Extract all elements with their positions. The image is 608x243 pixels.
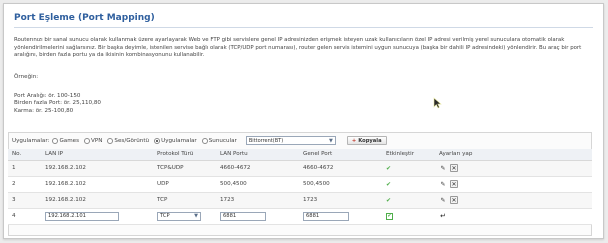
cell-actions: ✎ ✕: [435, 176, 592, 192]
radio-label: VPN: [91, 137, 103, 144]
col-header-public-port: Genel Port: [299, 149, 382, 161]
cell-protocol: TCP: [157, 197, 168, 203]
enable-checkbox[interactable]: ✔: [386, 212, 393, 220]
cell-lan-port: 4660-4672: [220, 165, 251, 171]
table-row: 1 192.168.2.102 TCP&UDP 4660-4672 4660-4…: [8, 160, 592, 176]
cell-enable: ✔: [382, 176, 435, 192]
cell-public-port: 6881: [299, 208, 382, 224]
cell-public-port: 4660-4672: [303, 165, 334, 171]
cell-no: 2: [12, 181, 16, 187]
cell-no: 4: [12, 213, 16, 219]
radio-icon: [107, 137, 114, 144]
radio-label: Uygulamalar: [161, 137, 197, 144]
cell-lan-port: 500,4500: [220, 181, 247, 187]
cell-actions: ↵: [435, 208, 592, 224]
new-entry-row: 4 192.168.2.101 TCP ▼ 6881 6881 ✔ ↵: [8, 208, 592, 224]
chevron-down-icon: ▼: [194, 213, 198, 219]
check-icon: ✔: [386, 164, 392, 172]
col-header-lan-ip: LAN IP: [41, 149, 153, 161]
pencil-icon[interactable]: ✎: [439, 180, 447, 188]
cell-no: 3: [12, 197, 16, 203]
page-description: Routerınızı bir sanal sunucu olarak kull…: [14, 37, 582, 59]
cell-enable: ✔: [382, 192, 435, 208]
cell-lan-ip: 192.168.2.102: [45, 165, 86, 171]
pencil-icon[interactable]: ✎: [439, 196, 447, 204]
cell-protocol: TCP ▼: [153, 208, 216, 224]
col-header-enable: Etkinleştir: [382, 149, 435, 161]
cell-protocol: UDP: [157, 181, 169, 187]
col-header-lan-port: LAN Portu: [216, 149, 299, 161]
radio-label: Sunucular: [208, 137, 237, 144]
copy-button[interactable]: + Kopyala: [346, 136, 387, 145]
cell-lan-ip: 192.168.2.102: [45, 181, 86, 187]
chevron-down-icon: ▼: [328, 137, 333, 144]
check-icon: ✔: [386, 196, 392, 204]
application-filter: Uygulamalar: Games VPN Ses/Görüntü Uygul…: [8, 133, 592, 148]
lan-ip-input[interactable]: 192.168.2.101: [45, 211, 119, 221]
cell-no: 1: [12, 165, 16, 171]
cell-public-port: 500,4500: [303, 181, 330, 187]
pencil-icon[interactable]: ✎: [439, 164, 447, 172]
plus-icon: +: [351, 137, 357, 144]
title-divider: [14, 27, 593, 28]
radio-icon: [84, 137, 91, 144]
cell-public-port: 1723: [303, 197, 318, 203]
col-header-no: No.: [8, 149, 41, 161]
table-header-row: No. LAN IP Protokol Türü LAN Portu Genel…: [8, 149, 592, 161]
filter-label: Uygulamalar:: [12, 137, 50, 144]
cell-protocol: TCP&UDP: [157, 165, 184, 171]
radio-icon: [52, 137, 59, 144]
mouse-cursor-icon: [433, 97, 442, 109]
application-select-value: Bittorrent(BT): [248, 137, 284, 144]
cell-enable: ✔: [382, 160, 435, 176]
radio-label: Ses/Görüntü: [114, 137, 150, 144]
example-list: Port Aralığı: ör. 100-150 Birden fazla P…: [14, 93, 101, 115]
example-mixed: Karma: ör. 25-100,80: [14, 107, 74, 114]
cell-lan-port: 6881: [216, 208, 299, 224]
radio-label: Games: [59, 137, 80, 144]
cell-actions: ✎ ✕: [435, 160, 592, 176]
cell-lan-ip: 192.168.2.102: [45, 197, 86, 203]
delete-x-icon[interactable]: ✕: [450, 180, 458, 188]
radio-selected-icon: [154, 137, 161, 144]
cell-actions: ✎ ✕: [435, 192, 592, 208]
table-row: 3 192.168.2.102 TCP 1723 1723 ✔ ✎ ✕: [8, 192, 592, 208]
radio-icon: [201, 137, 208, 144]
page-title: Port Eşleme (Port Mapping): [14, 13, 155, 23]
check-icon: ✔: [386, 180, 392, 188]
table-row: 2 192.168.2.102 UDP 500,4500 500,4500 ✔ …: [8, 176, 592, 192]
example-multiple-ports: Birden fazla Port: ör. 25,110,80: [14, 100, 101, 107]
delete-x-icon[interactable]: ✕: [450, 196, 458, 204]
radio-games[interactable]: Games: [52, 137, 80, 144]
copy-button-label: Kopyala: [358, 137, 382, 144]
protocol-select-value: TCP: [160, 213, 170, 219]
cell-enable: ✔: [382, 208, 435, 224]
port-mapping-table: No. LAN IP Protokol Türü LAN Portu Genel…: [8, 149, 592, 225]
example-heading: Örneğin:: [14, 74, 39, 80]
radio-servers[interactable]: Sunucular: [201, 137, 237, 144]
application-select[interactable]: Bittorrent(BT) ▼: [245, 136, 336, 145]
lan-port-input[interactable]: 6881: [220, 211, 266, 221]
radio-applications[interactable]: Uygulamalar: [154, 137, 197, 144]
protocol-select[interactable]: TCP ▼: [157, 211, 201, 221]
cell-lan-port: 1723: [220, 197, 235, 203]
public-port-input[interactable]: 6881: [303, 211, 349, 221]
col-header-actions: Ayarları yap: [435, 149, 592, 161]
cell-lan-ip: 192.168.2.101: [41, 208, 153, 224]
radio-audio-video[interactable]: Ses/Görüntü: [107, 137, 150, 144]
col-header-protocol: Protokol Türü: [153, 149, 216, 161]
delete-x-icon[interactable]: ✕: [450, 164, 458, 172]
example-port-range: Port Aralığı: ör. 100-150: [14, 93, 81, 99]
enter-icon[interactable]: ↵: [439, 212, 447, 220]
radio-vpn[interactable]: VPN: [84, 137, 103, 144]
